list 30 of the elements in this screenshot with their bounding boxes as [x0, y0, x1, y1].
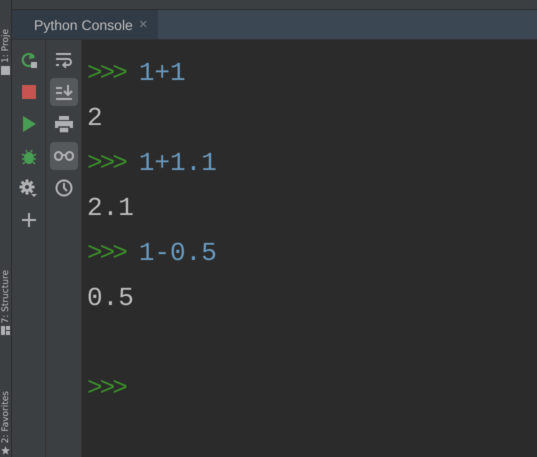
stop-icon [22, 85, 36, 99]
star-icon [1, 446, 10, 455]
rerun-icon [20, 51, 38, 69]
prompt-marker: >>> [87, 58, 125, 88]
gear-icon [19, 178, 38, 198]
prompt-marker: >>> [87, 238, 125, 268]
prompt-marker: >>> [87, 372, 125, 402]
glasses-icon [54, 151, 74, 161]
clock-icon [54, 179, 72, 197]
run-icon [22, 116, 36, 132]
output-text: 2.1 [87, 192, 134, 222]
tool-window-tab[interactable]: 7: Structure [0, 270, 10, 323]
tool-window-tab[interactable]: 1: Proje [0, 29, 10, 63]
printer-icon [54, 116, 72, 132]
soft-wrap-icon [54, 52, 72, 68]
scroll-to-end-icon [54, 84, 72, 100]
console-tab[interactable]: Python Console × [12, 10, 158, 39]
output-text: 0.5 [87, 282, 134, 312]
input-code: 1-0.5 [138, 238, 217, 268]
input-code: 1+1.1 [138, 148, 217, 178]
prompt-marker: >>> [87, 148, 125, 178]
structure-icon [1, 326, 10, 335]
output-text: 2 [87, 102, 103, 132]
toggle-button[interactable] [50, 142, 78, 170]
bug-icon [20, 148, 36, 164]
tool-window-tab[interactable]: 2: Favorites [0, 390, 10, 443]
add-icon [22, 213, 36, 227]
toggle-button[interactable] [50, 78, 78, 106]
close-icon[interactable]: × [138, 16, 148, 33]
input-code: 1+1 [138, 58, 186, 88]
